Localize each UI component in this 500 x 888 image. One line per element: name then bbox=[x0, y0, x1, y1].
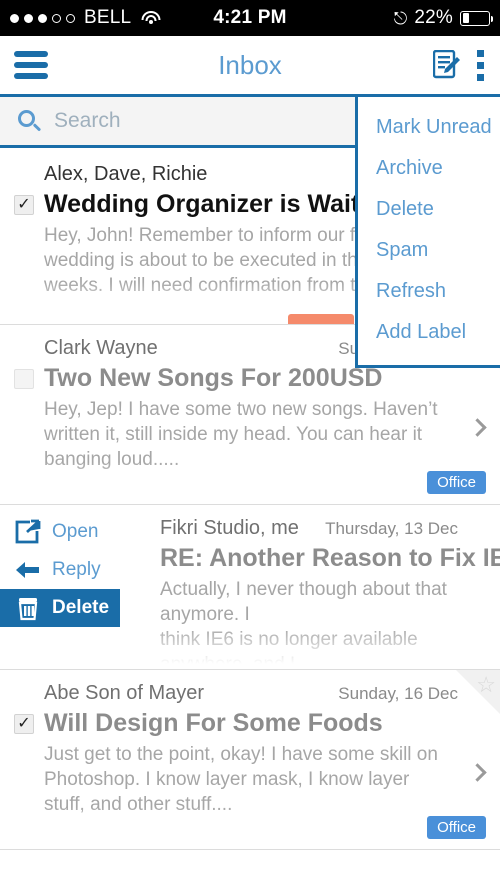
share-open-icon bbox=[14, 519, 42, 545]
email-date: Sunday, 16 Dec bbox=[338, 684, 458, 703]
menu-item-refresh[interactable]: Refresh bbox=[358, 271, 500, 312]
kebab-menu-icon[interactable] bbox=[475, 48, 486, 83]
email-preview: Just get to the point, okay! I have some… bbox=[44, 744, 438, 816]
overflow-dropdown-menu[interactable]: Mark Unread Archive Delete Spam Refresh … bbox=[355, 94, 500, 368]
delete-button[interactable]: Delete bbox=[0, 589, 120, 627]
reply-label: Reply bbox=[52, 559, 101, 580]
reply-arrow-icon bbox=[14, 557, 42, 583]
status-badge[interactable] bbox=[288, 314, 354, 324]
menu-item-add-label[interactable]: Add Label bbox=[358, 312, 500, 353]
open-button[interactable]: Open bbox=[0, 513, 130, 551]
status-bar-right: ⎋ 22% bbox=[393, 7, 493, 29]
mail-app-screen: BELL 4:21 PM ⎋ 22% Inbox Search ✓ Alex, … bbox=[0, 0, 500, 888]
bluetooth-icon: ⎋ bbox=[393, 8, 408, 28]
reply-button[interactable]: Reply bbox=[0, 551, 130, 589]
search-input[interactable] bbox=[54, 109, 314, 133]
header-actions bbox=[432, 48, 486, 83]
carrier-label: BELL bbox=[84, 7, 132, 28]
compose-icon[interactable] bbox=[432, 49, 461, 80]
signal-strength-icon bbox=[10, 13, 75, 23]
trash-icon bbox=[14, 595, 42, 621]
email-subject: RE: Another Reason to Fix IE6 Now bbox=[160, 544, 500, 572]
email-preview: Hey, Jep! I have some two new songs. Hav… bbox=[44, 399, 438, 471]
table-row[interactable]: Open Reply Delete Fikri Studio, me Thurs… bbox=[0, 505, 500, 670]
status-badge[interactable]: Office bbox=[427, 816, 486, 839]
email-sender: Alex, Dave, Richie bbox=[44, 163, 208, 185]
email-checkbox[interactable]: ✓ bbox=[14, 195, 34, 215]
email-preview: Actually, I never though about that anym… bbox=[160, 579, 447, 670]
email-subject: Two New Songs For 200USD bbox=[44, 364, 383, 392]
table-row[interactable]: ✓ Abe Son of Mayer Sunday, 16 Dec Will D… bbox=[0, 670, 500, 850]
app-header: Inbox bbox=[0, 36, 500, 94]
email-date: Thursday, 13 Dec bbox=[325, 519, 458, 538]
wifi-icon bbox=[141, 11, 161, 25]
email-sender: Abe Son of Mayer bbox=[44, 682, 205, 704]
search-icon bbox=[18, 110, 42, 132]
page-title: Inbox bbox=[218, 49, 282, 80]
email-sender: Clark Wayne bbox=[44, 337, 158, 359]
swipe-actions: Open Reply Delete bbox=[0, 505, 130, 627]
hamburger-icon[interactable] bbox=[14, 51, 48, 79]
email-checkbox[interactable]: ✓ bbox=[14, 369, 34, 389]
email-sender: Fikri Studio, me bbox=[160, 517, 299, 539]
open-label: Open bbox=[52, 521, 99, 542]
menu-item-delete[interactable]: Delete bbox=[358, 189, 500, 230]
menu-item-archive[interactable]: Archive bbox=[358, 148, 500, 189]
battery-percent-label: 22% bbox=[414, 7, 453, 28]
email-checkbox[interactable]: ✓ bbox=[14, 714, 34, 734]
status-badge[interactable]: Office bbox=[427, 471, 486, 494]
delete-label: Delete bbox=[52, 597, 110, 618]
battery-icon bbox=[460, 10, 493, 26]
status-bar-left: BELL bbox=[10, 7, 394, 29]
email-subject: Will Design For Some Foods bbox=[44, 709, 383, 737]
menu-item-mark-unread[interactable]: Mark Unread bbox=[358, 107, 500, 148]
status-bar: BELL 4:21 PM ⎋ 22% bbox=[0, 0, 500, 36]
menu-item-spam[interactable]: Spam bbox=[358, 230, 500, 271]
